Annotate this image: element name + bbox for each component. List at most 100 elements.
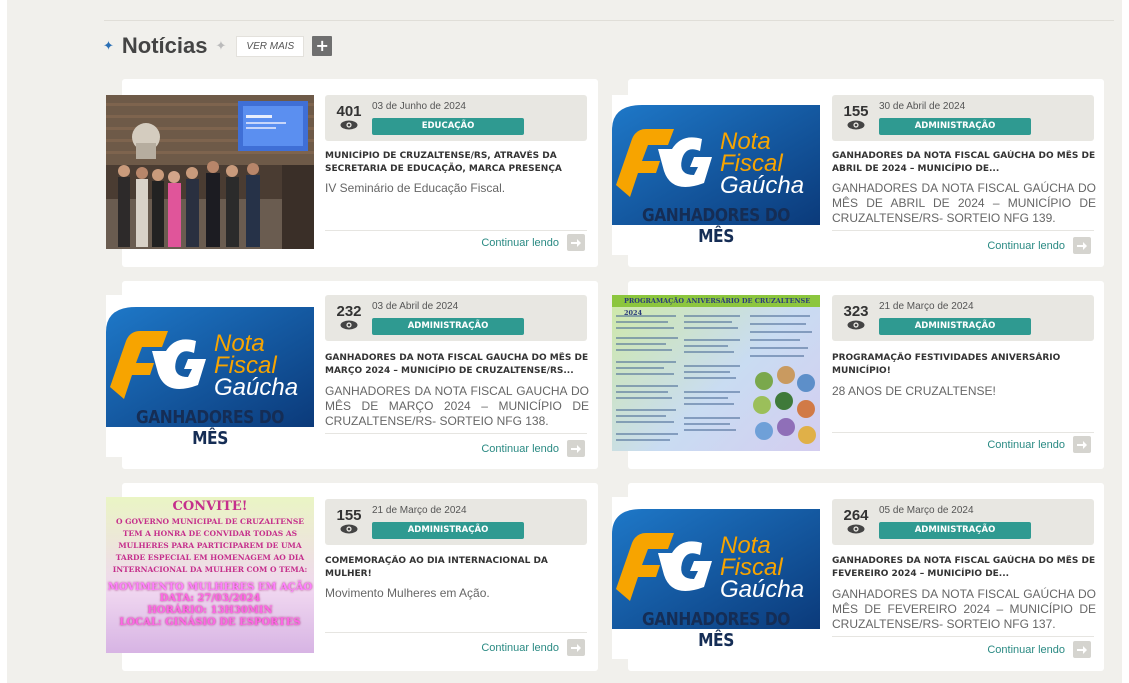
nfg-tagline: GANHADORES DO MÊS — [641, 205, 791, 247]
divider — [832, 230, 1094, 231]
view-counter: 401 — [334, 103, 364, 130]
view-counter: 232 — [334, 303, 364, 330]
category-badge[interactable]: ADMINISTRAÇÃO — [879, 118, 1031, 135]
nfg-tagline: GANHADORES DO MÊS — [135, 407, 285, 449]
news-meta: 401 03 de Junho de 2024 EDUCAÇÃO — [325, 95, 587, 141]
category-badge[interactable]: ADMINISTRAÇÃO — [372, 318, 524, 335]
continue-reading-link[interactable]: Continuar lendo — [481, 440, 585, 457]
news-thumbnail-nfg[interactable]: Nota Fiscal Gaúcha GANHADORES DO MÊS — [612, 497, 820, 659]
eye-icon — [340, 524, 358, 534]
nfg-brand-text: Nota Fiscal Gaúcha — [720, 532, 805, 603]
news-meta: 264 05 de Março de 2024 ADMINISTRAÇÃO — [832, 499, 1094, 545]
plus-button[interactable]: + — [312, 36, 333, 56]
news-date: 05 de Março de 2024 — [879, 505, 974, 516]
news-thumbnail-nfg[interactable]: Nota Fiscal Gaúcha GANHADORES DO MÊS — [612, 95, 820, 255]
category-badge[interactable]: ADMINISTRAÇÃO — [879, 522, 1031, 539]
news-excerpt: 28 ANOS DE CRUZALTENSE! — [832, 384, 996, 398]
continue-reading-label: Continuar lendo — [481, 641, 559, 654]
category-badge[interactable]: ADMINISTRAÇÃO — [372, 522, 524, 539]
view-count: 155 — [843, 103, 869, 120]
continue-reading-link[interactable]: Continuar lendo — [481, 639, 585, 656]
view-counter: 155 — [841, 103, 871, 130]
continue-reading-label: Continuar lendo — [481, 236, 559, 249]
nfg-brand-text: Nota Fiscal Gaúcha — [214, 330, 299, 401]
poster-header: PROGRAMAÇÃO ANIVERSÁRIO DE CRUZALTENSE 2… — [612, 295, 820, 317]
view-counter: 155 — [334, 507, 364, 534]
continue-reading-label: Continuar lendo — [987, 438, 1065, 451]
divider — [325, 230, 587, 231]
arrow-right-icon — [1073, 436, 1091, 453]
continue-reading-label: Continuar lendo — [987, 239, 1065, 252]
view-count: 401 — [336, 103, 362, 120]
view-count: 323 — [843, 303, 869, 320]
news-date: 21 de Março de 2024 — [372, 505, 467, 516]
convite-title: CONVITE! — [172, 499, 248, 514]
continue-reading-label: Continuar lendo — [481, 442, 559, 455]
news-date: 03 de Abril de 2024 — [372, 301, 459, 312]
news-title[interactable]: GANHADORES DA NOTA FISCAL GAUCHA DO MÊS … — [325, 352, 589, 378]
news-meta: 323 21 de Março de 2024 ADMINISTRAÇÃO — [832, 295, 1094, 341]
news-meta: 232 03 de Abril de 2024 ADMINISTRAÇÃO — [325, 295, 587, 341]
eye-icon — [847, 120, 865, 130]
continue-reading-link[interactable]: Continuar lendo — [481, 234, 585, 251]
view-count: 232 — [336, 303, 362, 320]
continue-reading-label: Continuar lendo — [987, 643, 1065, 656]
convite-poster: CONVITE! O GOVERNO MUNICIPAL DE CRUZALTE… — [106, 497, 314, 653]
news-date: 03 de Junho de 2024 — [372, 101, 466, 112]
news-date: 21 de Março de 2024 — [879, 301, 974, 312]
news-thumbnail-programacao[interactable]: PROGRAMAÇÃO ANIVERSÁRIO DE CRUZALTENSE 2… — [612, 295, 820, 451]
arrow-right-icon — [1073, 237, 1091, 254]
news-card[interactable]: PROGRAMAÇÃO ANIVERSÁRIO DE CRUZALTENSE 2… — [612, 281, 1104, 469]
arrow-right-icon — [567, 440, 585, 457]
news-excerpt: GANHADORES DA NOTA FISCAL GAÚCHA DO MÊS … — [832, 181, 1096, 225]
eye-icon — [340, 120, 358, 130]
news-meta: 155 21 de Março de 2024 ADMINISTRAÇÃO — [325, 499, 587, 545]
news-card[interactable]: 401 03 de Junho de 2024 EDUCAÇÃO MUNICÍP… — [106, 79, 598, 267]
view-count: 264 — [843, 507, 869, 524]
category-badge[interactable]: EDUCAÇÃO — [372, 118, 524, 135]
divider — [325, 632, 587, 633]
news-title[interactable]: GANHADORES DA NOTA FISCAL GAÚCHA DO MÊS … — [832, 150, 1096, 176]
programacao-poster: PROGRAMAÇÃO ANIVERSÁRIO DE CRUZALTENSE 2… — [612, 295, 820, 451]
section-heading: ✦ Notícias ✦ VER MAIS + — [103, 30, 333, 62]
convite-body: O GOVERNO MUNICIPAL DE CRUZALTENSE TEM A… — [112, 517, 308, 574]
view-count: 155 — [336, 507, 362, 524]
convite-time: HORÁRIO: 13H30MIN — [147, 605, 273, 616]
news-meta: 155 30 de Abril de 2024 ADMINISTRAÇÃO — [832, 95, 1094, 141]
news-card[interactable]: Nota Fiscal Gaúcha GANHADORES DO MÊS 155… — [612, 79, 1104, 267]
news-excerpt: Movimento Mulheres em Ação. — [325, 586, 490, 600]
news-title[interactable]: COMEMORAÇÃO AO DIA INTERNACIONAL DA MULH… — [325, 555, 589, 581]
continue-reading-link[interactable]: Continuar lendo — [987, 436, 1091, 453]
convite-place: LOCAL: GINÁSIO DE ESPORTES — [119, 617, 301, 628]
news-thumbnail-seminar[interactable] — [106, 95, 314, 249]
divider — [325, 433, 587, 434]
news-thumbnail-nfg[interactable]: Nota Fiscal Gaúcha GANHADORES DO MÊS — [106, 295, 314, 457]
divider — [832, 636, 1094, 637]
eye-icon — [340, 320, 358, 330]
view-counter: 323 — [841, 303, 871, 330]
news-title[interactable]: MUNICÍPIO DE CRUZALTENSE/RS, ATRAVÉS DA … — [325, 150, 589, 176]
news-card[interactable]: Nota Fiscal Gaúcha GANHADORES DO MÊS 264… — [612, 483, 1104, 671]
convite-date: DATA: 27/03/2024 — [159, 593, 261, 604]
news-excerpt: GANHADORES DA NOTA FISCAL GAUCHA DO MÊS … — [325, 384, 589, 428]
nfg-logo: Nota Fiscal Gaúcha GANHADORES DO MÊS — [612, 95, 820, 255]
news-date: 30 de Abril de 2024 — [879, 101, 966, 112]
news-card[interactable]: Nota Fiscal Gaúcha GANHADORES DO MÊS 232… — [106, 281, 598, 469]
arrow-right-icon — [1073, 641, 1091, 658]
continue-reading-link[interactable]: Continuar lendo — [987, 641, 1091, 658]
news-title[interactable]: GANHADORES DA NOTA FISCAL GAÚCHA DO MÊS … — [832, 555, 1096, 581]
nfg-logo: Nota Fiscal Gaúcha GANHADORES DO MÊS — [106, 295, 314, 457]
continue-reading-link[interactable]: Continuar lendo — [987, 237, 1091, 254]
ver-mais-link[interactable]: VER MAIS — [236, 35, 305, 57]
seminar-photo — [106, 95, 314, 249]
nfg-logo: Nota Fiscal Gaúcha GANHADORES DO MÊS — [612, 497, 820, 659]
divider — [832, 432, 1094, 433]
category-badge[interactable]: ADMINISTRAÇÃO — [879, 318, 1031, 335]
top-divider — [104, 20, 1114, 21]
star-icon: ✦ — [103, 38, 114, 54]
news-card[interactable]: CONVITE! O GOVERNO MUNICIPAL DE CRUZALTE… — [106, 483, 598, 671]
news-title[interactable]: PROGRAMAÇÃO FESTIVIDADES ANIVERSÁRIO MUN… — [832, 352, 1096, 378]
news-excerpt: IV Seminário de Educação Fiscal. — [325, 181, 506, 195]
news-thumbnail-convite[interactable]: CONVITE! O GOVERNO MUNICIPAL DE CRUZALTE… — [106, 497, 314, 653]
arrow-right-icon — [567, 639, 585, 656]
